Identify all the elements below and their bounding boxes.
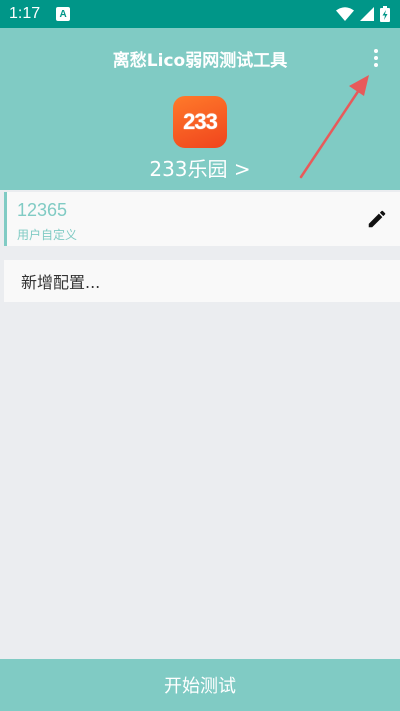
more-vert-icon-dot: [374, 56, 378, 60]
status-icons: [336, 6, 390, 22]
more-options-button[interactable]: [362, 44, 390, 72]
config-item[interactable]: 12365 用户自定义: [4, 192, 400, 246]
app-title: 离愁Lico弱网测试工具: [112, 51, 288, 71]
app-logo-text: 233: [183, 109, 218, 134]
target-app-logo[interactable]: 233: [173, 96, 227, 148]
start-test-button[interactable]: 开始测试: [0, 659, 400, 711]
status-time: 1:17: [9, 5, 41, 22]
wifi-icon: [336, 7, 354, 21]
add-config-button[interactable]: 新增配置...: [4, 260, 400, 302]
notification-icon: A: [56, 7, 71, 21]
app-header: 离愁Lico弱网测试工具 233 233乐园 >: [0, 28, 400, 190]
more-vert-icon-dot: [374, 49, 378, 53]
target-app-selector[interactable]: 233乐园 >: [0, 153, 400, 182]
more-vert-icon-dot: [374, 63, 378, 67]
signal-icon: [360, 7, 374, 21]
config-name: 12365: [17, 200, 68, 220]
status-bar: 1:17 A: [0, 0, 400, 28]
battery-charging-icon: [380, 6, 390, 22]
edit-pencil-icon: [368, 210, 386, 228]
config-subtitle: 用户自定义: [17, 228, 78, 242]
edit-config-button[interactable]: [364, 206, 390, 232]
